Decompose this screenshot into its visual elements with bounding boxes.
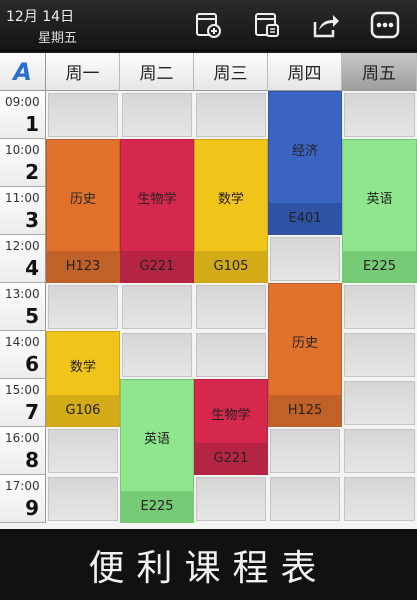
app-title-banner: 便利课程表 (0, 529, 417, 600)
period-cell: 10:00 2 (0, 139, 46, 187)
period-cell: 11:00 3 (0, 187, 46, 235)
corner-label: A (13, 57, 32, 86)
empty-slot[interactable] (344, 93, 415, 137)
empty-slot[interactable] (196, 333, 266, 377)
empty-slot[interactable] (196, 477, 266, 521)
period-number: 8 (25, 448, 39, 472)
course-name: 历史 (69, 191, 96, 207)
period-number: 9 (25, 496, 39, 520)
period-time: 15:00 (5, 383, 40, 397)
empty-slot[interactable] (344, 285, 415, 329)
day-header-2: 周二 (120, 53, 194, 91)
period-time: 12:00 (5, 239, 40, 253)
share-button[interactable] (311, 10, 341, 40)
date-label: 12月 14日 (6, 9, 75, 25)
empty-slot[interactable] (196, 285, 266, 329)
empty-slot[interactable] (270, 429, 340, 473)
course-room: E401 (269, 203, 341, 234)
course-name: 历史 (291, 335, 318, 351)
course-room: E225 (343, 251, 416, 282)
empty-slot[interactable] (344, 333, 415, 377)
app-title: 便利课程表 (88, 547, 329, 589)
course-name: 经济 (291, 143, 318, 159)
course-room: H123 (47, 251, 119, 282)
calendar-edit-icon (255, 13, 279, 37)
empty-slot[interactable] (48, 429, 118, 473)
course-room: E225 (121, 491, 193, 522)
course-name: 生物学 (137, 191, 177, 207)
period-cell: 12:00 4 (0, 235, 46, 283)
period-time: 16:00 (5, 431, 40, 445)
course-name: 生物学 (211, 407, 251, 423)
course-block[interactable]: 数学 G105 (194, 139, 268, 283)
day-header-1: 周一 (46, 53, 120, 91)
empty-slot[interactable] (122, 333, 192, 377)
day-header-3: 周三 (194, 53, 268, 91)
course-name: 英语 (143, 431, 170, 447)
empty-slot[interactable] (344, 429, 415, 473)
course-block[interactable]: 历史 H125 (268, 283, 342, 427)
period-number: 4 (25, 256, 39, 280)
course-block[interactable]: 数学 G106 (46, 331, 120, 427)
day-header-5: 周五 (342, 53, 417, 91)
timetable-grid: A 周一 周二 周三 周四 周五 09:00 1 10:00 2 11:00 3 12:00 4 13:0… (0, 53, 417, 529)
calendar-add-icon (196, 13, 221, 38)
empty-slot[interactable] (270, 237, 340, 281)
period-time: 10:00 (5, 143, 40, 157)
course-room: G105 (195, 251, 267, 282)
empty-slot[interactable] (344, 477, 415, 521)
period-number: 1 (25, 112, 39, 136)
course-room: H125 (269, 395, 341, 426)
period-time: 11:00 (5, 191, 40, 205)
period-time: 13:00 (5, 287, 40, 301)
share-icon (313, 15, 339, 38)
course-block[interactable]: 经济 E401 (268, 91, 342, 235)
empty-slot[interactable] (344, 381, 415, 425)
empty-slot[interactable] (196, 93, 266, 137)
empty-slot[interactable] (48, 93, 118, 137)
course-name: 数学 (217, 191, 244, 207)
period-time: 14:00 (5, 335, 40, 349)
empty-slot[interactable] (270, 477, 340, 521)
period-time: 17:00 (5, 479, 40, 493)
more-button[interactable] (370, 10, 400, 40)
course-room: G221 (121, 251, 193, 282)
period-cell: 13:00 5 (0, 283, 46, 331)
top-bar: 12月 14日 星期五 (0, 0, 417, 51)
period-cell: 15:00 7 (0, 379, 46, 427)
period-cell: 14:00 6 (0, 331, 46, 379)
course-block[interactable]: 英语 E225 (120, 379, 194, 523)
course-block[interactable]: 英语 E225 (342, 139, 417, 283)
period-cell: 09:00 1 (0, 91, 46, 139)
course-block[interactable]: 生物学 G221 (120, 139, 194, 283)
empty-slot[interactable] (48, 285, 118, 329)
course-block[interactable]: 历史 H123 (46, 139, 120, 283)
calendar-edit-button[interactable] (252, 10, 282, 40)
course-block[interactable]: 生物学 G221 (194, 379, 268, 475)
weekday-label: 星期五 (38, 31, 78, 46)
theme-switch-button[interactable]: A (0, 53, 46, 91)
course-room: G106 (47, 395, 119, 426)
period-number: 6 (25, 352, 39, 376)
empty-slot[interactable] (122, 93, 192, 137)
period-time: 09:00 (5, 95, 40, 109)
calendar-add-button[interactable] (193, 10, 223, 40)
period-number: 5 (25, 304, 39, 328)
course-room: G221 (195, 443, 267, 474)
more-icon (370, 11, 400, 39)
course-name: 英语 (366, 191, 393, 207)
period-number: 2 (25, 160, 39, 184)
period-cell: 17:00 9 (0, 475, 46, 523)
empty-slot[interactable] (48, 477, 118, 521)
day-header-4: 周四 (268, 53, 342, 91)
period-number: 7 (25, 400, 39, 424)
course-name: 数学 (69, 359, 96, 375)
period-number: 3 (25, 208, 39, 232)
period-cell: 16:00 8 (0, 427, 46, 475)
empty-slot[interactable] (122, 285, 192, 329)
